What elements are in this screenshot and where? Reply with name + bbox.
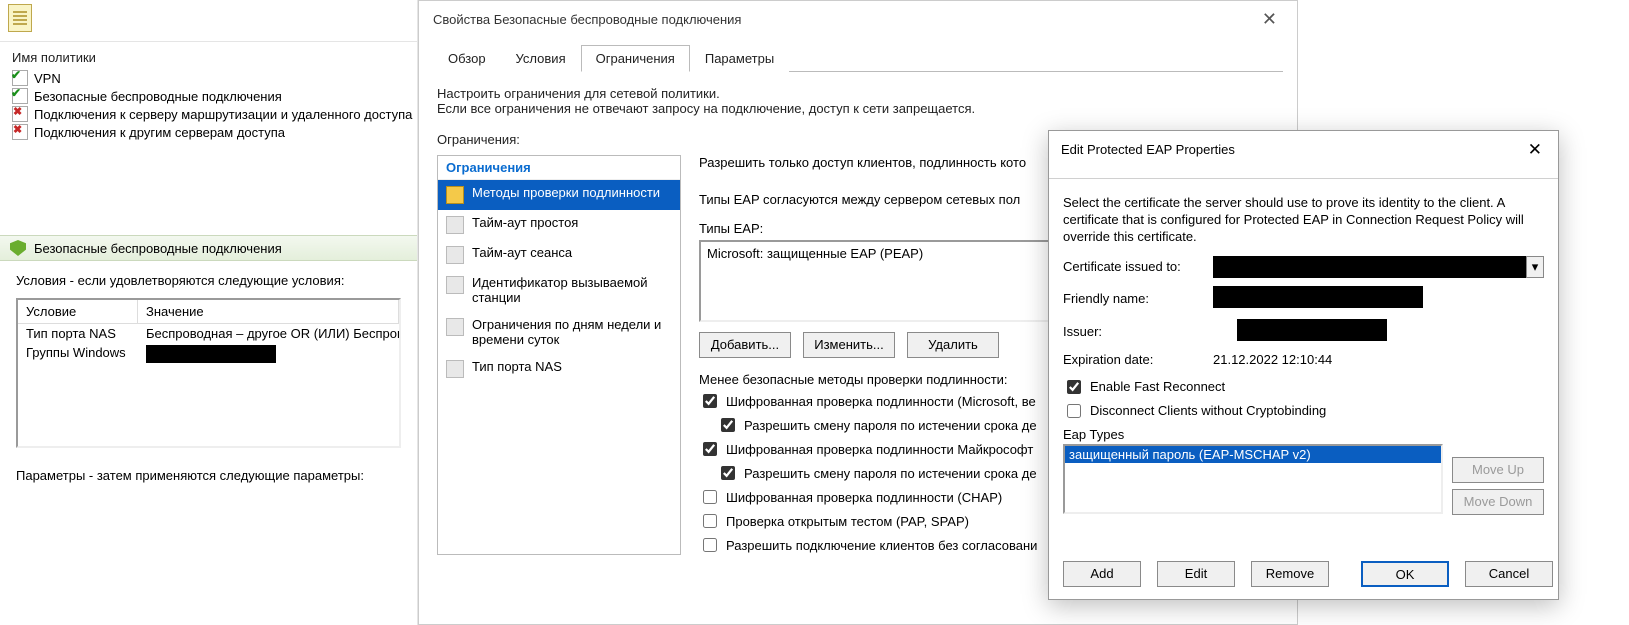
dialog-title: Свойства Безопасные беспроводные подключ… — [433, 12, 741, 27]
peap-info-text: Select the certificate the server should… — [1063, 195, 1544, 246]
constraints-nav-header: Ограничения — [438, 156, 680, 180]
conditions-header-value[interactable]: Значение — [138, 300, 399, 323]
constraints-item-auth[interactable]: Методы проверки подлинности — [438, 180, 680, 210]
shield-icon — [10, 240, 26, 256]
expiration-label: Expiration date: — [1063, 352, 1213, 367]
close-icon[interactable]: ✕ — [1256, 9, 1283, 30]
fast-reconnect-checkbox[interactable] — [1067, 380, 1081, 394]
constraints-item-label: Идентификатор вызываемой станции — [472, 276, 672, 306]
parameters-label: Параметры - затем применяются следующие … — [0, 468, 417, 483]
eap-types-group-label: Eap Types — [1063, 427, 1544, 442]
policy-status-ok-icon — [12, 88, 28, 104]
clock-icon — [446, 216, 464, 234]
friendly-name-label: Friendly name: — [1063, 291, 1213, 306]
document-icon — [8, 4, 32, 32]
policy-name: VPN — [34, 71, 61, 86]
wifi-icon — [446, 360, 464, 378]
tabs: Обзор Условия Ограничения Параметры — [433, 44, 1283, 72]
peap-eap-types-list[interactable]: защищенный пароль (EAP-MSCHAP v2) — [1063, 444, 1443, 514]
policy-name: Подключения к серверу маршрутизации и уд… — [34, 107, 412, 122]
policy-row[interactable]: Безопасные беспроводные подключения — [0, 87, 417, 105]
constraints-item-daytime[interactable]: Ограничения по дням недели и времени сут… — [438, 312, 680, 354]
cond-value: Беспроводная – другое OR (ИЛИ) Беспровод — [138, 324, 399, 343]
edit-button[interactable]: Изменить... — [803, 332, 895, 358]
policy-name: Подключения к другим серверам доступа — [34, 125, 285, 140]
policy-status-bad-icon — [12, 106, 28, 122]
constraints-item-label: Тайм-аут простоя — [472, 216, 578, 231]
add-button[interactable]: Добавить... — [699, 332, 791, 358]
edit-button[interactable]: Edit — [1157, 561, 1235, 587]
constraints-item-label: Тайм-аут сеанса — [472, 246, 572, 261]
conditions-header-condition[interactable]: Условие — [18, 300, 138, 323]
selected-policy-bar: Безопасные беспроводные подключения — [0, 235, 417, 261]
constraints-desc-1: Настроить ограничения для сетевой полити… — [437, 86, 1279, 101]
constraints-item-label: Ограничения по дням недели и времени сут… — [472, 318, 672, 348]
constraints-item-idle[interactable]: Тайм-аут простоя — [438, 210, 680, 240]
station-icon — [446, 276, 464, 294]
mschap-pwchange-checkbox[interactable] — [721, 466, 735, 480]
clock-icon — [446, 246, 464, 264]
friendly-name-value — [1213, 286, 1544, 311]
table-row[interactable]: Тип порта NAS Беспроводная – другое OR (… — [18, 324, 399, 343]
no-cryptobinding-checkbox[interactable] — [1067, 404, 1081, 418]
tab-constraints[interactable]: Ограничения — [581, 45, 690, 72]
constraints-desc-2: Если все ограничения не отвечают запросу… — [437, 101, 1279, 116]
constraints-item-session[interactable]: Тайм-аут сеанса — [438, 240, 680, 270]
table-row[interactable]: Группы Windows — [18, 343, 399, 368]
cond-name: Тип порта NAS — [18, 324, 138, 343]
constraints-item-label: Методы проверки подлинности — [472, 186, 660, 201]
move-up-button[interactable]: Move Up — [1452, 457, 1544, 483]
chevron-down-icon[interactable]: ▾ — [1526, 256, 1544, 278]
policy-row[interactable]: VPN — [0, 69, 417, 87]
constraints-item-nasport[interactable]: Тип порта NAS — [438, 354, 680, 384]
mschap-checkbox[interactable] — [703, 442, 717, 456]
nps-policies-panel: Имя политики VPN Безопасные беспроводные… — [0, 0, 418, 625]
chk-no-cryptobinding[interactable]: Disconnect Clients without Cryptobinding — [1063, 401, 1544, 421]
peap-properties-dialog: Edit Protected EAP Properties ✕ Select t… — [1048, 130, 1559, 600]
constraints-item-calling[interactable]: Идентификатор вызываемой станции — [438, 270, 680, 312]
mschapv2-pwchange-checkbox[interactable] — [721, 418, 735, 432]
calendar-icon — [446, 318, 464, 336]
ok-button[interactable]: OK — [1361, 561, 1449, 587]
constraints-nav: Ограничения Методы проверки подлинности … — [437, 155, 681, 555]
policy-status-ok-icon — [12, 70, 28, 86]
issuer-label: Issuer: — [1063, 324, 1213, 339]
policies-header: Имя политики — [0, 42, 417, 69]
move-down-button[interactable]: Move Down — [1452, 489, 1544, 515]
close-icon[interactable]: ✕ — [1524, 141, 1546, 158]
tab-conditions[interactable]: Условия — [501, 45, 581, 72]
conditions-label: Условия - если удовлетворяются следующие… — [16, 273, 401, 288]
toolbar — [0, 0, 417, 42]
cert-issued-combo[interactable]: ▾ — [1213, 256, 1544, 278]
chap-checkbox[interactable] — [703, 490, 717, 504]
add-button[interactable]: Add — [1063, 561, 1141, 587]
policy-name: Безопасные беспроводные подключения — [34, 89, 282, 104]
tab-overview[interactable]: Обзор — [433, 45, 501, 72]
expiration-value: 21.12.2022 12:10:44 — [1213, 352, 1544, 367]
selected-policy-name: Безопасные беспроводные подключения — [34, 241, 282, 256]
cancel-button[interactable]: Cancel — [1465, 561, 1553, 587]
chk-fast-reconnect[interactable]: Enable Fast Reconnect — [1063, 377, 1544, 397]
issuer-value — [1213, 319, 1544, 344]
tab-parameters[interactable]: Параметры — [690, 45, 789, 72]
allow-noneg-checkbox[interactable] — [703, 538, 717, 552]
peap-dialog-title: Edit Protected EAP Properties — [1061, 142, 1235, 157]
mschapv2-checkbox[interactable] — [703, 394, 717, 408]
cert-issued-label: Certificate issued to: — [1063, 259, 1213, 274]
policy-row[interactable]: Подключения к другим серверам доступа — [0, 123, 417, 141]
policy-list: VPN Безопасные беспроводные подключения … — [0, 69, 417, 145]
conditions-table: Условие Значение Тип порта NAS Беспровод… — [16, 298, 401, 448]
cond-name: Группы Windows — [18, 343, 138, 368]
peap-eap-type-item[interactable]: защищенный пароль (EAP-MSCHAP v2) — [1065, 446, 1441, 463]
lock-icon — [446, 186, 464, 204]
cond-value — [138, 343, 399, 368]
constraints-item-label: Тип порта NAS — [472, 360, 562, 375]
policy-row[interactable]: Подключения к серверу маршрутизации и уд… — [0, 105, 417, 123]
pap-checkbox[interactable] — [703, 514, 717, 528]
policy-status-bad-icon — [12, 124, 28, 140]
remove-button[interactable]: Remove — [1251, 561, 1329, 587]
remove-button[interactable]: Удалить — [907, 332, 999, 358]
